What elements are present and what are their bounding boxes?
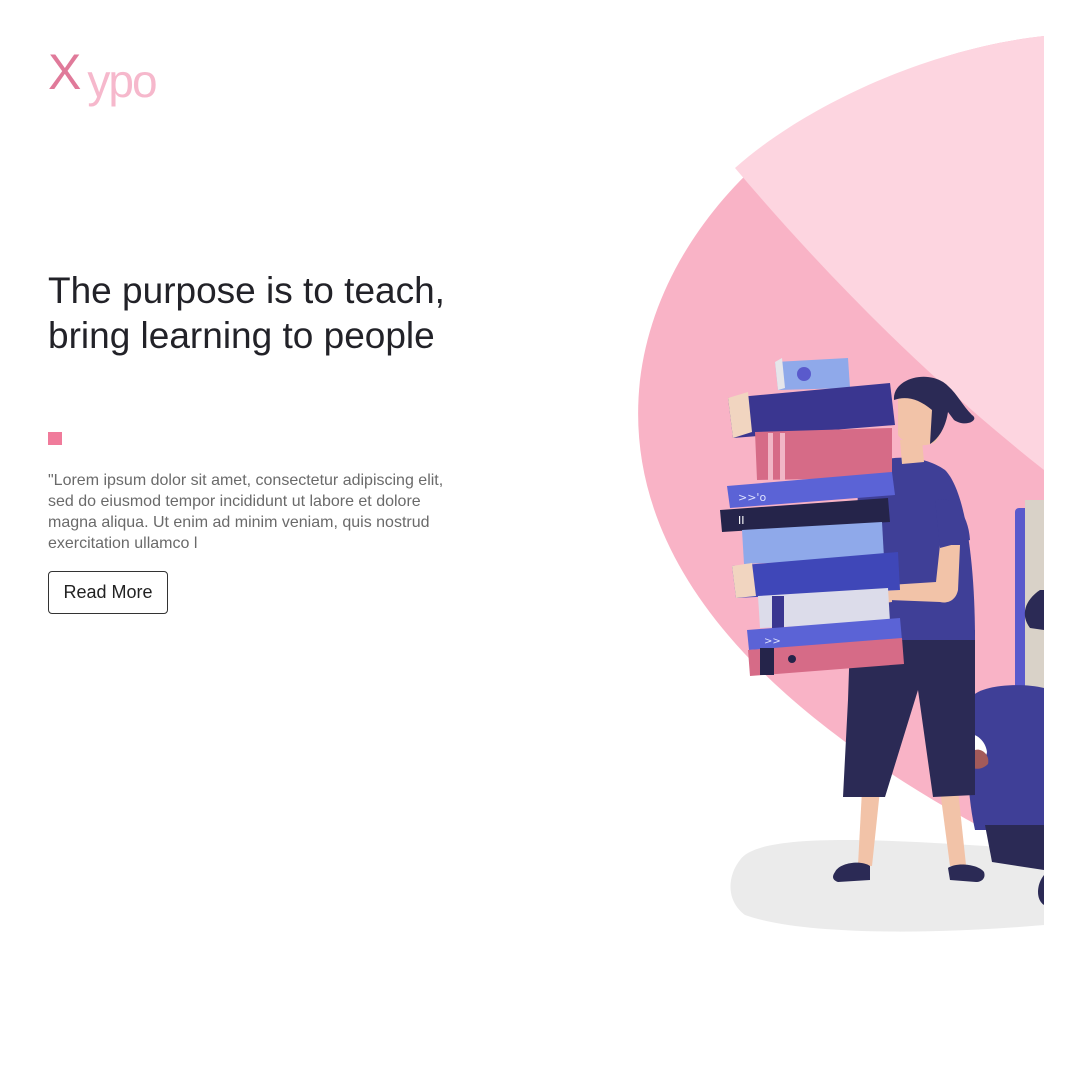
hero-body-text: "Lorem ipsum dolor sit amet, consectetur… (48, 472, 444, 552)
book-spine-mark-2: II (738, 514, 745, 527)
logo-wordmark: ypo (87, 55, 157, 107)
hero-headline: The purpose is to teach, bring learning … (48, 270, 445, 356)
book-spine-mark-3: >> (764, 636, 781, 647)
accent-square (48, 432, 62, 445)
book-spine-mark-1: >>'o (738, 491, 766, 504)
logo-letter-x: X (48, 44, 82, 100)
hero-illustration: >>'o II >> (638, 36, 1044, 932)
read-more-button[interactable]: Read More (48, 571, 168, 614)
landing-page: X ypo The purpose is to teach, bring lea… (0, 0, 1080, 1080)
brand-logo[interactable]: X ypo (48, 44, 158, 107)
